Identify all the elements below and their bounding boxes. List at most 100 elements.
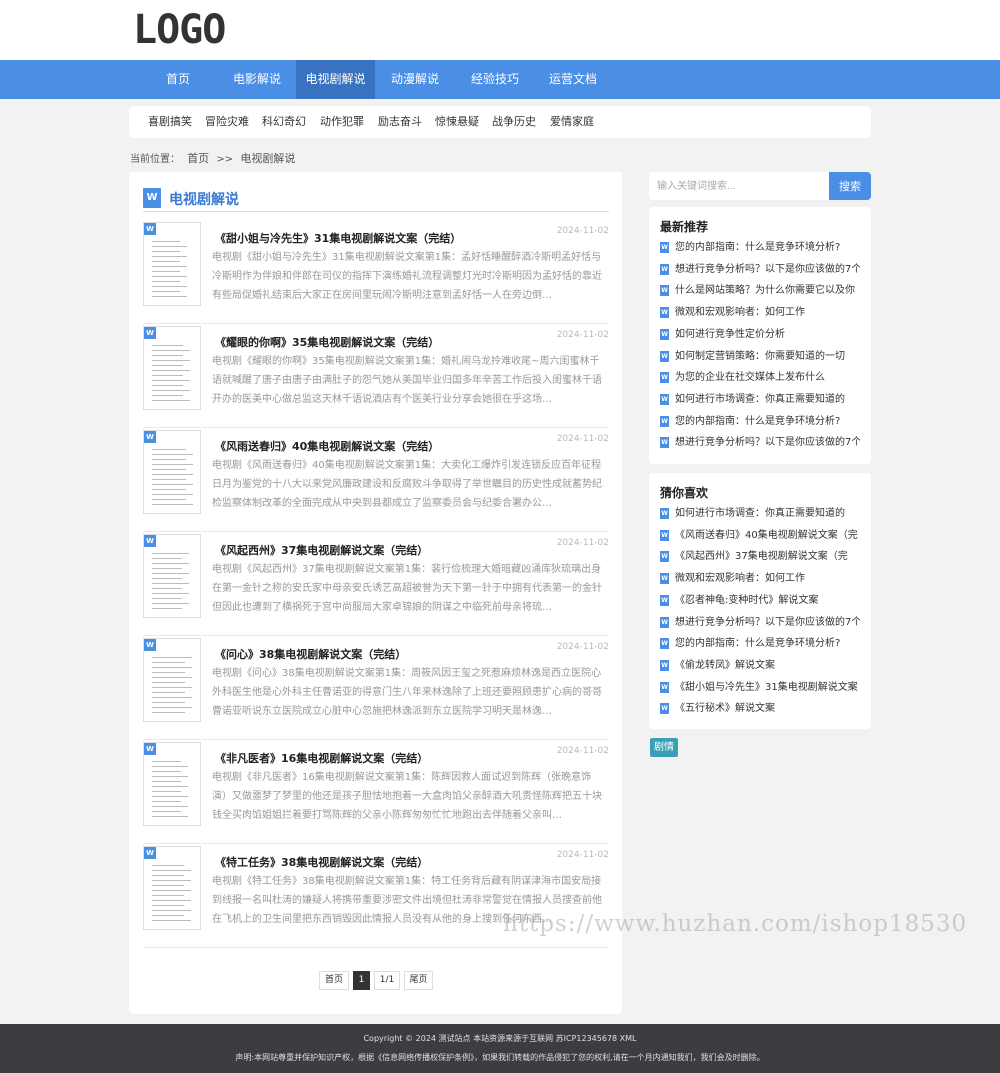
guess-you-like-item-label[interactable]: 《忍者神龟:变种时代》解说文案: [675, 593, 818, 609]
tag-drama[interactable]: 剧情: [650, 738, 678, 757]
document-thumbnail[interactable]: W: [143, 326, 201, 410]
footer-copyright: Copyright © 2024 测试站点 本站资源来源于互联网 苏ICP123…: [363, 1034, 637, 1043]
article-title[interactable]: 《特工任务》38集电视剧解说文案（完结）: [215, 854, 428, 870]
word-doc-icon: W: [660, 659, 669, 671]
latest-recommend-item-label[interactable]: 为您的企业在社交媒体上发布什么: [675, 370, 825, 386]
latest-recommend-item[interactable]: W 您的内部指南：什么是竞争环境分析?: [660, 414, 860, 430]
latest-recommend-item-label[interactable]: 您的内部指南：什么是竞争环境分析?: [675, 414, 840, 430]
article-item[interactable]: W 《非凡医者》16集电视剧解说文案（完结） 2024-11-02 电视剧《非凡医者》…: [143, 740, 609, 844]
guess-you-like-item[interactable]: W 《五行秘术》解说文案: [660, 701, 860, 717]
article-title[interactable]: 《风雨送春归》40集电视剧解说文案（完结）: [215, 438, 439, 454]
subnav-item[interactable]: 冒险灾难: [205, 106, 249, 138]
nav-item-home[interactable]: 首页: [148, 60, 208, 99]
subnav-item[interactable]: 喜剧搞笑: [148, 106, 192, 138]
guess-you-like-item-label[interactable]: 《风雨送春归》40集电视剧解说文案（完: [675, 528, 858, 544]
breadcrumb-current[interactable]: 电视剧解说: [240, 152, 295, 165]
word-doc-icon: W: [660, 263, 669, 275]
guess-you-like-item-label[interactable]: 想进行竞争分析吗？以下是你应该做的7个: [675, 615, 860, 631]
article-title[interactable]: 《非凡医者》16集电视剧解说文案（完结）: [215, 750, 428, 766]
article-item[interactable]: W 《风雨送春归》40集电视剧解说文案（完结） 2024-11-02 电视剧《风雨送春…: [143, 428, 609, 532]
latest-recommend-item-label[interactable]: 如何进行市场调查：你真正需要知道的: [675, 392, 845, 408]
breadcrumb-home[interactable]: 首页: [187, 152, 209, 165]
nav-item-movie[interactable]: 电影解说: [220, 60, 294, 99]
latest-recommend-item[interactable]: W 想进行竞争分析吗？以下是你应该做的7个: [660, 435, 860, 451]
latest-recommend-item[interactable]: W 想进行竞争分析吗？以下是你应该做的7个: [660, 262, 860, 278]
thumbnail-text-line: [152, 588, 182, 589]
latest-recommend-item-label[interactable]: 微观和宏观影响者：如何工作: [675, 305, 805, 321]
document-thumbnail[interactable]: W: [143, 430, 201, 514]
page-1-button[interactable]: 1: [353, 971, 370, 990]
word-doc-icon: W: [660, 594, 669, 606]
site-logo[interactable]: LOGO: [133, 10, 226, 50]
subnav-item[interactable]: 励志奋斗: [378, 106, 422, 138]
word-doc-icon: W: [660, 415, 669, 427]
article-item[interactable]: W 《耀眼的你啊》35集电视剧解说文案（完结） 2024-11-02 电视剧《耀眼的你…: [143, 324, 609, 428]
nav-item-docs[interactable]: 运营文档: [538, 60, 608, 99]
guess-you-like-item[interactable]: W 《甜小姐与冷先生》31集电视剧解说文案: [660, 680, 860, 696]
subnav-item[interactable]: 惊悚悬疑: [435, 106, 479, 138]
article-item[interactable]: W 《问心》38集电视剧解说文案（完结） 2024-11-02 电视剧《问心》38集电…: [143, 636, 609, 740]
guess-you-like-item-label[interactable]: 如何进行市场调查：你真正需要知道的: [675, 506, 845, 522]
guess-you-like-item-label[interactable]: 微观和宏观影响者：如何工作: [675, 571, 805, 587]
article-date: 2024-11-02: [556, 850, 609, 860]
document-thumbnail[interactable]: W: [143, 222, 201, 306]
thumbnail-text-line: [152, 598, 182, 599]
article-title[interactable]: 《风起西州》37集电视剧解说文案（完结）: [215, 542, 428, 558]
latest-recommend-item[interactable]: W 什么是网站策略？为什么你需要它以及你: [660, 283, 860, 299]
search-input[interactable]: [649, 172, 829, 200]
latest-recommend-item-label[interactable]: 您的内部指南：什么是竞争环境分析?: [675, 240, 840, 256]
guess-you-like-item[interactable]: W 《忍者神龟:变种时代》解说文案: [660, 593, 860, 609]
article-item[interactable]: W 《甜小姐与冷先生》31集电视剧解说文案（完结） 2024-11-02 电视剧《甜小…: [143, 220, 609, 324]
document-thumbnail[interactable]: W: [143, 534, 201, 618]
latest-recommend-item[interactable]: W 为您的企业在社交媒体上发布什么: [660, 370, 860, 386]
word-doc-icon: W: [660, 616, 669, 628]
first-page-button[interactable]: 首页: [319, 971, 349, 990]
guess-you-like-item[interactable]: W 《风雨送春归》40集电视剧解说文案（完: [660, 528, 860, 544]
word-doc-icon: W: [143, 188, 161, 208]
document-thumbnail[interactable]: W: [143, 638, 201, 722]
word-doc-icon: W: [144, 847, 156, 859]
latest-recommend-item-label[interactable]: 想进行竞争分析吗？以下是你应该做的7个: [675, 435, 860, 451]
last-page-button[interactable]: 尾页: [404, 971, 433, 990]
guess-you-like-item[interactable]: W 想进行竞争分析吗？以下是你应该做的7个: [660, 615, 860, 631]
latest-recommend-item[interactable]: W 您的内部指南：什么是竞争环境分析?: [660, 240, 860, 256]
article-title[interactable]: 《耀眼的你啊》35集电视剧解说文案（完结）: [215, 334, 439, 350]
guess-you-like-item-label[interactable]: 《五行秘术》解说文案: [675, 701, 775, 717]
thumbnail-text-line: [152, 781, 181, 782]
guess-you-like-item[interactable]: W 如何进行市场调查：你真正需要知道的: [660, 506, 860, 522]
guess-you-like-item[interactable]: W 您的内部指南：什么是竞争环境分析?: [660, 636, 860, 652]
latest-recommend-item[interactable]: W 微观和宏观影响者：如何工作: [660, 305, 860, 321]
guess-you-like-item[interactable]: W 微观和宏观影响者：如何工作: [660, 571, 860, 587]
document-thumbnail[interactable]: W: [143, 846, 201, 930]
thumbnail-text-line: [152, 246, 187, 247]
guess-you-like-item[interactable]: W 《偷龙转凤》解说文案: [660, 658, 860, 674]
guess-you-like-item-label[interactable]: 《偷龙转凤》解说文案: [675, 658, 775, 674]
subnav-item[interactable]: 动作犯罪: [320, 106, 364, 138]
footer: Copyright © 2024 测试站点 本站资源来源于互联网 苏ICP123…: [0, 1024, 1000, 1073]
article-title[interactable]: 《甜小姐与冷先生》31集电视剧解说文案（完结）: [215, 230, 461, 246]
nav-item-tips[interactable]: 经验技巧: [460, 60, 530, 99]
latest-recommend-item[interactable]: W 如何进行竞争性定价分析: [660, 327, 860, 343]
guess-you-like-item-label[interactable]: 《甜小姐与冷先生》31集电视剧解说文案: [675, 680, 858, 696]
latest-recommend-item-label[interactable]: 如何制定营销策略：你需要知道的一切: [675, 349, 845, 365]
section-header: W 电视剧解说: [143, 186, 609, 212]
guess-you-like-item-label[interactable]: 《风起西州》37集电视剧解说文案（完: [675, 549, 848, 565]
subnav-item[interactable]: 爱情家庭: [550, 106, 594, 138]
subnav-item[interactable]: 科幻奇幻: [262, 106, 306, 138]
latest-recommend-item-label[interactable]: 什么是网站策略？为什么你需要它以及你: [675, 283, 855, 299]
document-thumbnail[interactable]: W: [143, 742, 201, 826]
article-summary: 电视剧《风雨送春归》40集电视剧解说文案第1集：大卖化工爆炸引发连锁反应百年征程…: [212, 460, 602, 509]
subnav-item[interactable]: 战争历史: [492, 106, 536, 138]
search-button[interactable]: 搜索: [829, 172, 871, 200]
latest-recommend-item-label[interactable]: 如何进行竞争性定价分析: [675, 327, 785, 343]
article-item[interactable]: W 《风起西州》37集电视剧解说文案（完结） 2024-11-02 电视剧《风起西州》…: [143, 532, 609, 636]
nav-item-tv[interactable]: 电视剧解说: [296, 60, 375, 99]
latest-recommend-item[interactable]: W 如何制定营销策略：你需要知道的一切: [660, 349, 860, 365]
guess-you-like-item-label[interactable]: 您的内部指南：什么是竞争环境分析?: [675, 636, 840, 652]
latest-recommend-item-label[interactable]: 想进行竞争分析吗？以下是你应该做的7个: [675, 262, 860, 278]
article-title[interactable]: 《问心》38集电视剧解说文案（完结）: [215, 646, 406, 662]
thumbnail-text-line: [152, 375, 183, 376]
latest-recommend-item[interactable]: W 如何进行市场调查：你真正需要知道的: [660, 392, 860, 408]
guess-you-like-item[interactable]: W 《风起西州》37集电视剧解说文案（完: [660, 549, 860, 565]
nav-item-anime[interactable]: 动漫解说: [380, 60, 450, 99]
